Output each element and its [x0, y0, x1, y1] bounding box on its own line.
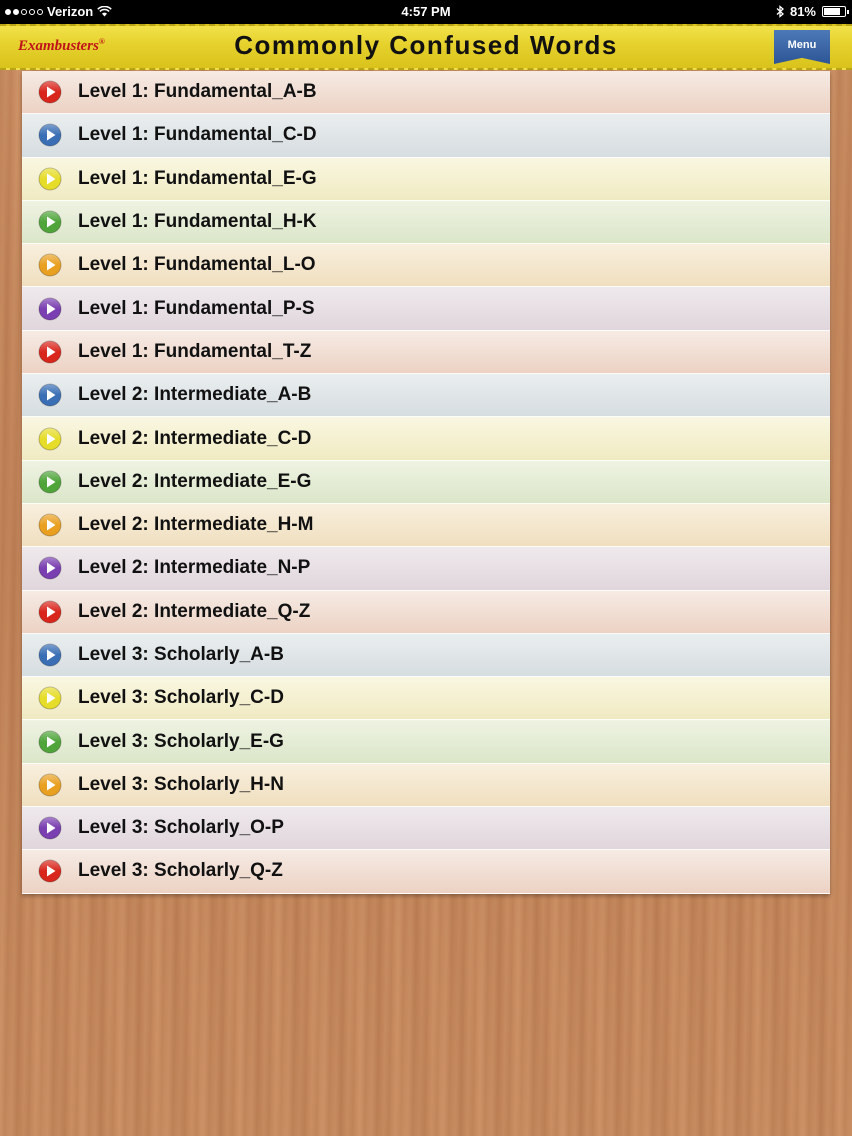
level-row[interactable]: Level 1: Fundamental_L-O [22, 244, 830, 288]
level-label: Level 2: Intermediate_N-P [78, 557, 311, 579]
play-icon [38, 600, 62, 624]
play-icon [38, 513, 62, 537]
level-label: Level 3: Scholarly_O-P [78, 817, 284, 839]
level-row[interactable]: Level 3: Scholarly_H-N [22, 763, 830, 808]
level-row[interactable]: Level 2: Intermediate_H-M [22, 503, 830, 548]
play-icon [38, 686, 62, 710]
play-icon [38, 643, 62, 667]
level-list: Level 1: Fundamental_A-B Level 1: Fundame… [22, 71, 830, 894]
level-label: Level 2: Intermediate_E-G [78, 470, 312, 492]
play-icon [38, 210, 62, 234]
play-icon [38, 773, 62, 797]
level-label: Level 1: Fundamental_C-D [78, 124, 317, 146]
level-row[interactable]: Level 3: Scholarly_C-D [22, 677, 830, 721]
level-row[interactable]: Level 2: Intermediate_A-B [22, 374, 830, 418]
level-label: Level 2: Intermediate_H-M [78, 514, 314, 536]
level-label: Level 3: Scholarly_Q-Z [78, 860, 283, 882]
level-row[interactable]: Level 3: Scholarly_Q-Z [22, 850, 830, 894]
play-icon [38, 383, 62, 407]
level-label: Level 2: Intermediate_Q-Z [78, 600, 311, 622]
play-icon [38, 340, 62, 364]
level-row[interactable]: Level 1: Fundamental_A-B [22, 71, 830, 115]
play-icon [38, 297, 62, 321]
battery-percent: 81% [789, 4, 816, 19]
status-bar: Verizon 4:57 PM 81% [0, 0, 852, 24]
level-label: Level 3: Scholarly_E-G [78, 730, 284, 752]
play-icon [38, 556, 62, 580]
level-row[interactable]: Level 2: Intermediate_Q-Z [22, 590, 830, 634]
status-time: 4:57 PM [401, 4, 451, 19]
level-row[interactable]: Level 2: Intermediate_C-D [22, 417, 830, 461]
level-label: Level 1: Fundamental_H-K [78, 211, 317, 233]
level-label: Level 3: Scholarly_C-D [78, 687, 284, 709]
battery-fill [824, 8, 841, 15]
status-right: 81% [776, 4, 849, 19]
play-icon [38, 167, 62, 191]
level-row[interactable]: Level 1: Fundamental_H-K [22, 200, 830, 245]
level-label: Level 2: Intermediate_C-D [78, 427, 312, 449]
level-label: Level 1: Fundamental_L-O [78, 254, 316, 276]
level-label: Level 1: Fundamental_T-Z [78, 340, 312, 362]
play-icon [38, 80, 62, 104]
level-row[interactable]: Level 2: Intermediate_N-P [22, 547, 830, 591]
play-icon [38, 470, 62, 494]
bluetooth-icon [776, 5, 784, 18]
level-label: Level 3: Scholarly_H-N [78, 773, 284, 795]
page-title: Commonly Confused Words [234, 30, 618, 60]
header-banner: Exambusters® Commonly Confused Words Men… [0, 24, 852, 70]
level-label: Level 1: Fundamental_E-G [78, 167, 317, 189]
level-label: Level 3: Scholarly_A-B [78, 644, 284, 665]
level-label: Level 1: Fundamental_P-S [78, 297, 315, 319]
level-row[interactable]: Level 3: Scholarly_A-B [22, 633, 830, 678]
level-row[interactable]: Level 3: Scholarly_O-P [22, 807, 830, 851]
level-label: Level 2: Intermediate_A-B [78, 384, 312, 406]
level-label: Level 1: Fundamental_A-B [78, 81, 317, 103]
play-icon [38, 730, 62, 754]
level-row[interactable]: Level 3: Scholarly_E-G [22, 720, 830, 764]
play-icon [38, 816, 62, 840]
play-icon [38, 859, 62, 883]
level-row[interactable]: Level 1: Fundamental_E-G [22, 157, 830, 201]
level-row[interactable]: Level 1: Fundamental_T-Z [22, 330, 830, 375]
play-icon [38, 253, 62, 277]
level-row[interactable]: Level 1: Fundamental_P-S [22, 287, 830, 331]
level-row[interactable]: Level 2: Intermediate_E-G [22, 460, 830, 504]
play-icon [38, 427, 62, 451]
level-row[interactable]: Level 1: Fundamental_C-D [22, 114, 830, 158]
battery-icon [822, 6, 849, 17]
play-icon [38, 123, 62, 147]
